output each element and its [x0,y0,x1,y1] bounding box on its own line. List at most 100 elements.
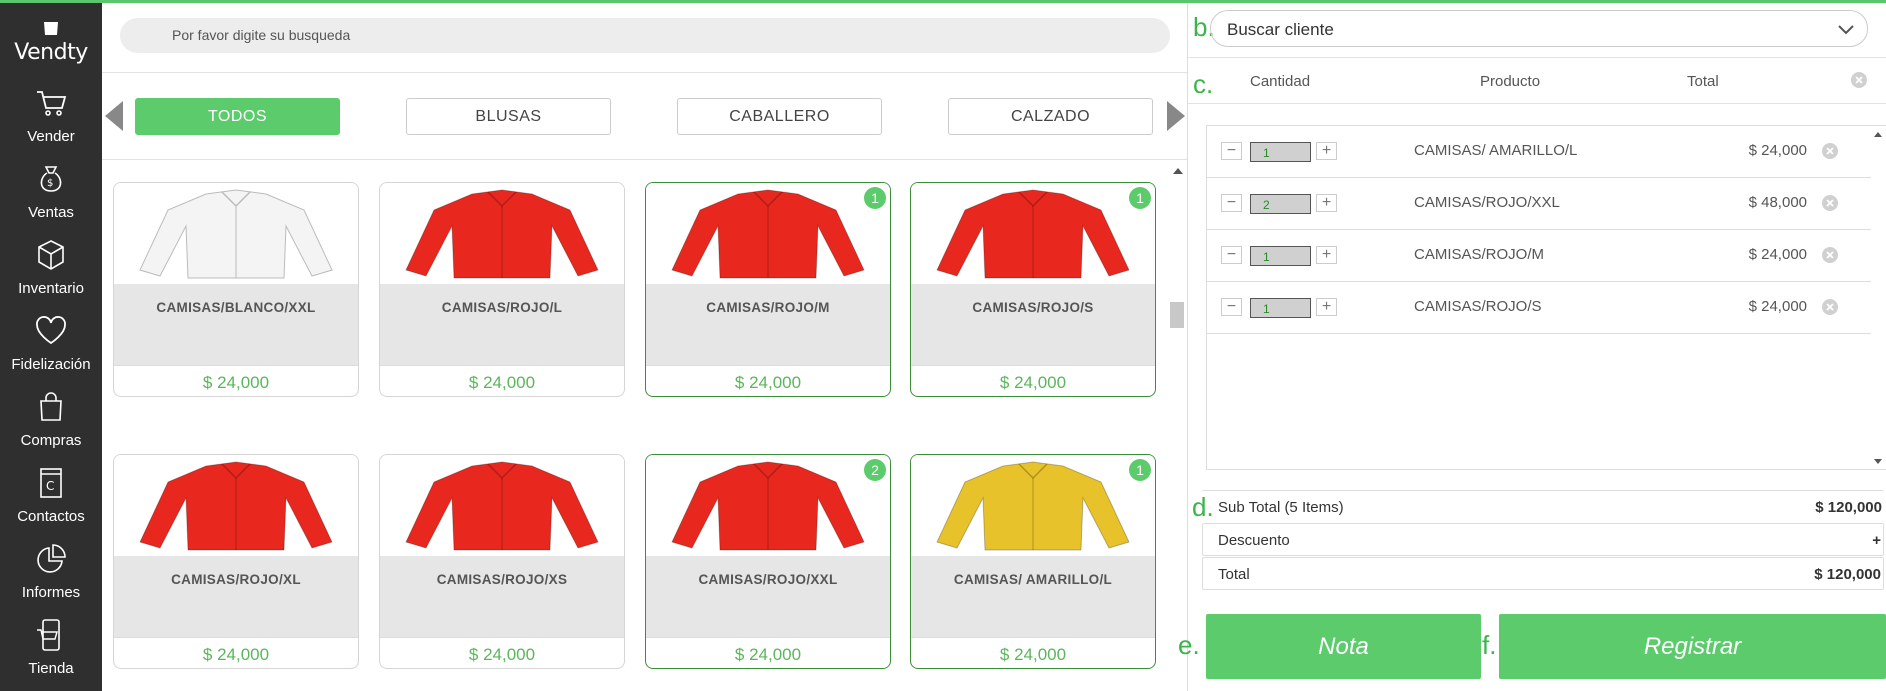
sidebar-item-tienda[interactable]: Tienda [0,607,102,683]
svg-text:$: $ [47,178,53,189]
remove-item-icon[interactable] [1821,298,1839,316]
client-placeholder: Buscar cliente [1227,20,1334,39]
scrollbar-thumb[interactable] [1170,302,1184,328]
category-calzado[interactable]: CALZADO [948,98,1153,135]
total-value: $ 120,000 [1814,566,1881,583]
shirt-icon [405,188,599,278]
cart-line-total: $ 48,000 [1748,194,1807,211]
product-price: $ 24,000 [114,365,358,396]
product-name: CAMISAS/ROJO/XL [114,556,358,637]
sidebar-item-label: Tienda [28,660,74,677]
cart-icon [37,91,67,116]
decrease-qty-button[interactable]: − [1221,298,1242,316]
product-card[interactable]: CAMISAS/ AMARILLO/L $ 24,000 1 [910,454,1156,669]
category-blusas[interactable]: BLUSAS [406,98,611,135]
sidebar-item-label: Fidelización [11,356,91,373]
product-card[interactable]: CAMISAS/ROJO/XL $ 24,000 [113,454,359,669]
increase-qty-button[interactable]: + [1316,194,1337,212]
total-label: Total [1218,566,1250,583]
quantity-input[interactable]: 2 [1250,194,1311,214]
cart-scrollbar[interactable] [1872,126,1884,466]
register-button[interactable]: Registrar [1499,614,1886,679]
sidebar-item-informes[interactable]: Informes [0,531,102,607]
product-search-input[interactable]: Por favor digite su busqueda [120,18,1170,53]
categories-prev-arrow-icon[interactable] [105,101,123,131]
pie-chart-icon [37,544,66,573]
clear-cart-icon[interactable] [1850,71,1868,89]
product-price: $ 24,000 [380,365,624,396]
sidebar-item-label: Compras [20,432,82,449]
sidebar-item-vender[interactable]: Vender [0,75,102,151]
logo-text: Vendty [14,39,88,65]
sidebar-item-ventas[interactable]: $ Ventas [0,151,102,227]
discount-row[interactable]: Descuento + [1202,523,1884,556]
decrease-qty-button[interactable]: − [1221,142,1242,160]
divider [1188,57,1886,58]
sidebar-item-inventario[interactable]: Inventario [0,227,102,303]
scroll-down-arrow-icon[interactable] [1874,459,1882,464]
shirt-icon [671,460,865,550]
cart-header-total: Total [1687,73,1719,90]
client-search-select[interactable]: Buscar cliente [1210,10,1868,47]
divider [102,159,1187,160]
product-card[interactable]: CAMISAS/ROJO/M $ 24,000 1 [645,182,891,397]
remove-item-icon[interactable] [1821,194,1839,212]
quantity-badge: 1 [1129,187,1151,209]
product-image [911,183,1155,284]
quantity-input[interactable]: 1 [1250,142,1311,162]
product-image [646,455,890,556]
note-button[interactable]: Nota [1206,614,1481,679]
product-card[interactable]: CAMISAS/BLANCO/XXL $ 24,000 [113,182,359,397]
decrease-qty-button[interactable]: − [1221,246,1242,264]
increase-qty-button[interactable]: + [1316,298,1337,316]
cart-row: −1 + CAMISAS/ AMARILLO/L $ 24,000 [1207,126,1871,178]
quantity-badge: 1 [1129,459,1151,481]
product-name: CAMISAS/ROJO/XS [380,556,624,637]
product-card[interactable]: CAMISAS/ROJO/L $ 24,000 [379,182,625,397]
subtotal-value: $ 120,000 [1815,499,1882,516]
add-discount-button[interactable]: + [1872,532,1881,549]
remove-item-icon[interactable] [1821,246,1839,264]
product-card[interactable]: CAMISAS/ROJO/XS $ 24,000 [379,454,625,669]
quantity-input[interactable]: 1 [1250,246,1311,266]
product-image [380,455,624,556]
product-image [380,183,624,284]
product-name: CAMISAS/ AMARILLO/L [911,556,1155,637]
product-grid-scrollbar[interactable] [1168,160,1188,691]
increase-qty-button[interactable]: + [1316,246,1337,264]
sidebar-item-fidelizacion[interactable]: Fidelización [0,303,102,379]
svg-text:C: C [46,479,54,493]
cart-header-qty: Cantidad [1250,73,1311,90]
scroll-up-arrow-icon[interactable] [1173,168,1183,174]
vendty-logo[interactable]: Vendty [0,3,102,75]
increase-qty-button[interactable]: + [1316,142,1337,160]
annotation-mark-c: c. [1193,69,1214,99]
product-image [911,455,1155,556]
shirt-icon [671,188,865,278]
product-card[interactable]: CAMISAS/ROJO/XXL $ 24,000 2 [645,454,891,669]
decrease-qty-button[interactable]: − [1221,194,1242,212]
remove-item-icon[interactable] [1821,142,1839,160]
cart-header-product: Producto [1480,73,1541,90]
shopping-bag-icon [40,392,62,421]
total-row: Total $ 120,000 [1202,557,1884,590]
product-price: $ 24,000 [646,365,890,396]
quantity-input[interactable]: 1 [1250,298,1311,318]
category-caballero[interactable]: CABALLERO [677,98,882,135]
category-todos[interactable]: TODOS [135,98,340,135]
cart-row: −1 + CAMISAS/ROJO/M $ 24,000 [1207,230,1871,282]
annotation-mark-f: f. [1482,630,1497,660]
chevron-down-icon [1838,25,1854,35]
cart-product-name: CAMISAS/ROJO/S [1414,298,1542,315]
categories-next-arrow-icon[interactable] [1167,101,1185,131]
box-icon [38,240,64,270]
product-image [646,183,890,284]
scroll-up-arrow-icon[interactable] [1874,132,1882,137]
sidebar-item-compras[interactable]: Compras [0,379,102,455]
sidebar-item-label: Inventario [18,280,84,297]
divider [102,72,1187,73]
product-image [114,455,358,556]
product-card[interactable]: CAMISAS/ROJO/S $ 24,000 1 [910,182,1156,397]
mobile-store-icon [37,619,60,651]
sidebar-item-contactos[interactable]: C Contactos [0,455,102,531]
